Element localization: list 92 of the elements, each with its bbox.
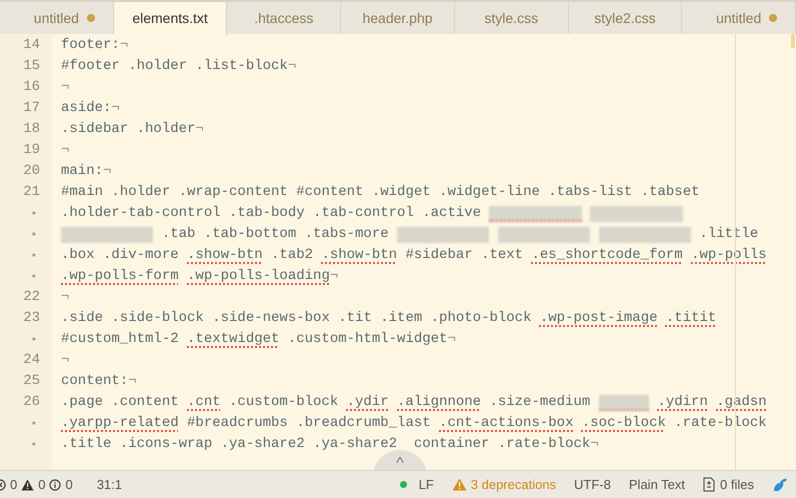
end-of-line-mark: ¬	[288, 57, 296, 76]
end-of-line-mark: ¬	[61, 141, 70, 160]
code-text: #breadcrumbs .breadcrumb_last	[187, 414, 431, 433]
end-of-line-mark: ¬	[111, 99, 120, 118]
code-text: #footer .holder .list-block	[61, 57, 288, 76]
code-text: .little	[699, 225, 758, 244]
grammar[interactable]: Plain Text	[628, 474, 686, 494]
line-number: 22	[22, 288, 41, 307]
cursor-position[interactable]: 31:1	[96, 474, 122, 494]
misspelled-word: .wp-polls-loading	[187, 267, 330, 286]
code-text: .page .content	[61, 393, 179, 412]
code-text: footer:	[61, 36, 120, 55]
end-of-line-mark: ¬	[330, 267, 338, 286]
line-number: 26	[22, 393, 41, 412]
scrollbar-marker	[791, 34, 795, 48]
end-of-line-mark: ¬	[103, 162, 112, 181]
tab[interactable]: elements.txt	[114, 2, 228, 35]
tab[interactable]: header.php	[341, 2, 455, 34]
code-text: #sidebar .text	[405, 246, 524, 265]
line-number: •	[30, 205, 37, 222]
end-of-line-mark: ¬	[128, 372, 137, 391]
code-text: .rate-block	[674, 414, 767, 433]
line-number: 21	[22, 183, 41, 202]
code-text: .custom-block	[229, 393, 338, 412]
code-text: main:	[61, 162, 104, 181]
code-text: .custom-html-widget	[288, 330, 448, 349]
line-ending[interactable]: LF	[418, 474, 434, 494]
misspelled-word: .es_shortcode_form	[531, 246, 683, 265]
line-number: 16	[22, 78, 41, 97]
tab[interactable]: style2.css	[568, 2, 682, 34]
line-number: 15	[22, 57, 41, 76]
end-of-line-mark: ¬	[61, 351, 70, 370]
scroll-to-top-button[interactable]: ^	[373, 450, 427, 470]
misspelled-word: .gadsn	[716, 393, 767, 412]
misspelled-word: .wp-polls	[691, 246, 767, 265]
files[interactable]: 0 files	[703, 474, 754, 494]
code-text: #main .holder .wrap-content #content .widget .widget-line .tabs-list .tabset	[61, 183, 700, 202]
misspelled-word: .wp-polls-form	[61, 267, 179, 286]
misspelled-word: .wp-post-image	[540, 309, 658, 328]
line-number: 25	[22, 372, 41, 391]
misspelled-word: .alignnone	[397, 393, 482, 412]
code-text: content:	[61, 372, 128, 391]
tab[interactable]: style.css	[454, 2, 569, 34]
file-icon	[703, 477, 716, 492]
end-of-line-mark: ¬	[61, 288, 70, 307]
line-number: 19	[22, 141, 41, 160]
end-of-line-mark: ¬	[590, 435, 599, 454]
code-text: .sidebar .holder	[61, 120, 196, 139]
code-text: .size-medium	[489, 393, 590, 412]
end-of-line-mark: ¬	[195, 120, 204, 139]
line-number: •	[30, 247, 37, 264]
warning-icon	[21, 478, 34, 490]
code-text: .box .div-more	[61, 246, 179, 265]
line-number: •	[30, 226, 37, 243]
misspelled-word: .cnt	[187, 393, 221, 412]
info-icon	[49, 478, 62, 490]
line-number: 18	[22, 120, 41, 139]
line-number: 20	[22, 162, 41, 181]
deprecations[interactable]: 3 deprecations	[452, 474, 556, 494]
warning-icon	[452, 478, 467, 491]
misspelled-word: .soc-block	[582, 414, 666, 433]
code-text: aside:	[61, 99, 112, 118]
encoding[interactable]: UTF-8	[574, 474, 611, 494]
info-count: 0	[65, 476, 73, 494]
code-text: .side .side-block .side-news-box .tit .item .photo-block	[61, 309, 532, 328]
line-number: •	[30, 436, 37, 453]
end-of-line-mark: ¬	[61, 78, 70, 97]
misspelled-word: .cnt-actions-box	[439, 414, 574, 433]
misspelled-word: .yarpp-related	[61, 414, 179, 433]
misspelled-word: .ydir	[346, 393, 389, 412]
misspelled-word: .ydirn	[657, 393, 708, 412]
code-text: .tab .tab-bottom .tabs-more	[162, 225, 389, 244]
end-of-line-mark: ¬	[120, 36, 128, 55]
code-text: .holder-tab-control .tab-body .tab-control .active	[61, 204, 482, 223]
line-number: •	[30, 415, 37, 432]
end-of-line-mark: ¬	[447, 330, 456, 349]
misspelled-word: .textwidget	[187, 330, 280, 349]
line-number: 17	[22, 99, 41, 118]
line-number: •	[30, 331, 37, 348]
error-count: 0	[10, 476, 18, 494]
code-text: #custom_html-2	[61, 330, 179, 349]
tab[interactable]: .htaccess	[227, 2, 342, 34]
misspelled-word: .show-btn	[187, 246, 263, 265]
tab[interactable]: untitled	[682, 2, 796, 34]
line-number: 24	[22, 351, 41, 370]
warning-count: 0	[38, 476, 46, 494]
misspelled-word: .titit	[666, 309, 716, 328]
line-number: 14	[22, 36, 41, 55]
misspelled-word: .show-btn	[321, 246, 398, 265]
code-text: .tab2	[271, 246, 314, 265]
line-number: •	[30, 268, 37, 285]
line-number: 23	[22, 309, 41, 328]
